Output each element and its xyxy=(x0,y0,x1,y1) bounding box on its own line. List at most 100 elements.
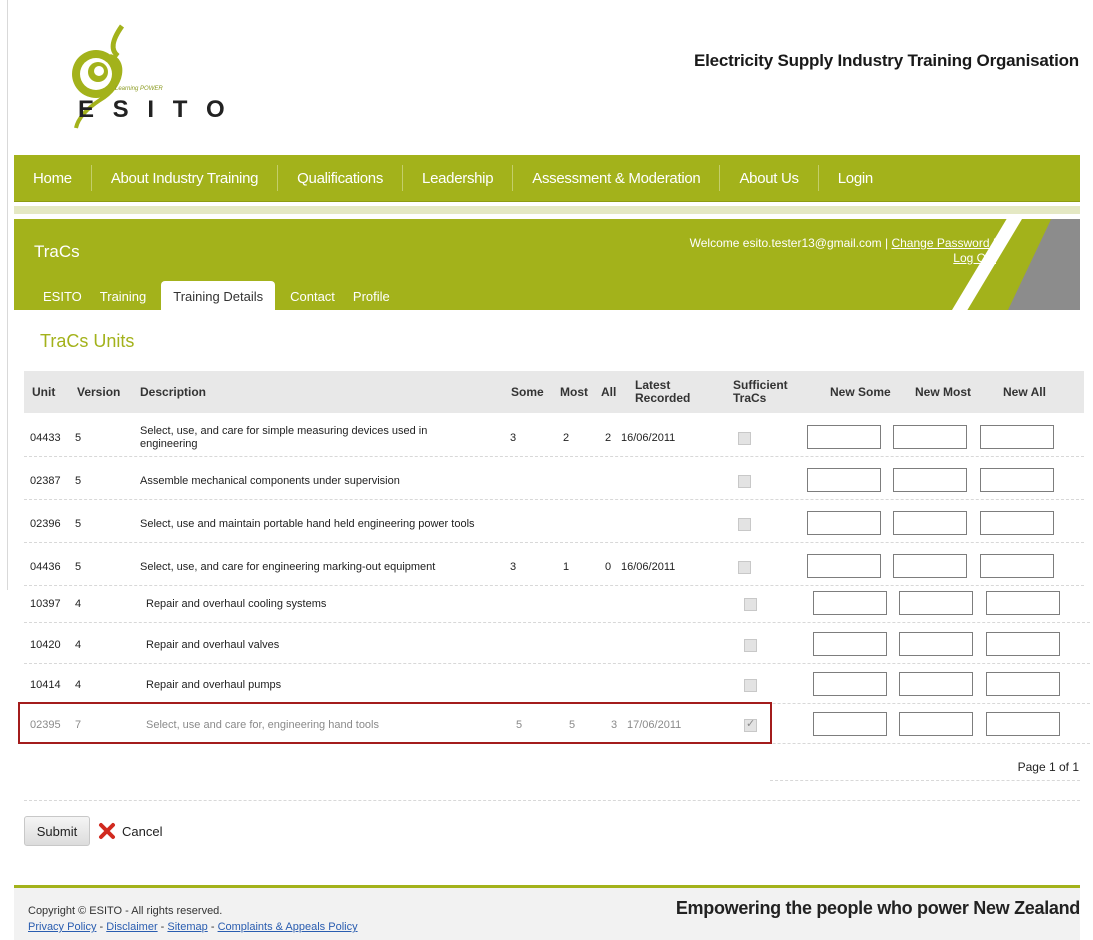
nav-sub-bar xyxy=(14,206,1080,214)
footer-copyright-block: Copyright © ESITO - All rights reserved.… xyxy=(28,903,358,935)
column-header-some: Some xyxy=(511,384,544,399)
cell-most: 1 xyxy=(563,560,570,573)
cancel-label: Cancel xyxy=(122,823,163,839)
pager-text: Page 1 of 1 xyxy=(1017,760,1079,774)
table-row: 04433 5 Select, use, and care for simple m… xyxy=(24,419,1084,457)
column-header-new-most: New Most xyxy=(915,384,972,399)
new-some-input[interactable] xyxy=(807,425,881,449)
table-row: 04436 5 Select, use, and care for engineer… xyxy=(24,548,1084,586)
cell-description: Select, use and maintain portable hand h… xyxy=(140,517,475,530)
link-separator: - xyxy=(210,921,218,933)
nav-about-us[interactable]: About Us xyxy=(720,170,817,187)
tab-esito[interactable]: ESITO xyxy=(34,289,91,310)
new-all-input[interactable] xyxy=(986,712,1060,736)
cell-unit: 04436 xyxy=(30,560,61,573)
new-most-input[interactable] xyxy=(899,632,973,656)
new-most-input[interactable] xyxy=(899,672,973,696)
tab-profile[interactable]: Profile xyxy=(344,289,399,310)
new-some-input[interactable] xyxy=(807,511,881,535)
privacy-policy-link[interactable]: Privacy Policy xyxy=(28,921,96,933)
column-header-unit: Unit xyxy=(32,384,56,399)
cell-version: 5 xyxy=(75,560,82,573)
welcome-text: Welcome esito.tester13@gmail.com | xyxy=(689,236,889,250)
logo-tagline: Learning POWER xyxy=(115,86,163,92)
sufficient-tracs-checkbox[interactable] xyxy=(738,561,751,574)
nav-login[interactable]: Login xyxy=(819,170,892,187)
sufficient-tracs-checkbox[interactable] xyxy=(744,598,757,611)
new-some-input[interactable] xyxy=(813,712,887,736)
new-most-input[interactable] xyxy=(899,591,973,615)
column-header-description: Description xyxy=(140,384,207,399)
column-header-latest-recorded: Latest Recorded xyxy=(635,378,691,405)
table-row: 10414 4 Repair and overhaul pumps xyxy=(24,666,1090,704)
column-header-most: Most xyxy=(560,384,588,399)
cell-unit: 02396 xyxy=(30,517,61,530)
tab-contact[interactable]: Contact xyxy=(281,289,344,310)
new-all-input[interactable] xyxy=(986,632,1060,656)
page-footer: Copyright © ESITO - All rights reserved.… xyxy=(14,885,1080,940)
cell-most: 2 xyxy=(563,431,570,444)
sufficient-tracs-checkbox[interactable] xyxy=(738,475,751,488)
tracs-tabs: ESITO Training Training Details Contact … xyxy=(34,278,399,310)
new-most-input[interactable] xyxy=(899,712,973,736)
new-some-input[interactable] xyxy=(813,672,887,696)
tracs-banner: TraCs Welcome esito.tester13@gmail.com |… xyxy=(14,219,1080,310)
nav-home[interactable]: Home xyxy=(14,170,91,187)
cell-all: 0 xyxy=(605,560,612,573)
new-most-input[interactable] xyxy=(893,554,967,578)
tracs-title: TraCs xyxy=(34,242,80,261)
complaints-appeals-link[interactable]: Complaints & Appeals Policy xyxy=(218,921,358,933)
nav-about-industry-training[interactable]: About Industry Training xyxy=(92,170,277,187)
welcome-message: Welcome esito.tester13@gmail.com | Chang… xyxy=(676,236,996,266)
cancel-button[interactable]: Cancel xyxy=(98,822,162,840)
cell-version: 5 xyxy=(75,474,82,487)
new-some-input[interactable] xyxy=(807,554,881,578)
pager-divider xyxy=(770,780,1080,781)
cell-latest-recorded: 16/06/2011 xyxy=(621,560,676,573)
new-all-input[interactable] xyxy=(986,591,1060,615)
cell-description: Repair and overhaul cooling systems xyxy=(146,597,327,610)
new-all-input[interactable] xyxy=(980,554,1054,578)
new-all-input[interactable] xyxy=(980,511,1054,535)
sufficient-tracs-checkbox[interactable] xyxy=(744,639,757,652)
cell-unit: 10397 xyxy=(30,597,61,610)
nav-leadership[interactable]: Leadership xyxy=(403,170,512,187)
new-all-input[interactable] xyxy=(980,425,1054,449)
cell-some: 3 xyxy=(510,560,517,573)
new-some-input[interactable] xyxy=(807,468,881,492)
sufficient-tracs-checkbox[interactable] xyxy=(744,679,757,692)
column-header-sufficient-tracs: Sufficient TraCs xyxy=(733,378,788,405)
cell-version: 5 xyxy=(75,517,82,530)
new-most-input[interactable] xyxy=(893,511,967,535)
cell-description: Repair and overhaul pumps xyxy=(146,678,282,691)
table-row: 02387 5 Assemble mechanical components und… xyxy=(24,462,1084,500)
new-most-input[interactable] xyxy=(893,425,967,449)
cell-all: 2 xyxy=(605,431,612,444)
logo-wordmark: E S I T O xyxy=(78,96,231,123)
nav-assessment-moderation[interactable]: Assessment & Moderation xyxy=(513,170,719,187)
change-password-link[interactable]: Change Password xyxy=(891,236,989,250)
units-table-header: Unit Version Description Some Most All L… xyxy=(24,371,1084,413)
tab-training-details[interactable]: Training Details xyxy=(161,281,276,310)
cell-unit: 02387 xyxy=(30,474,61,487)
sufficient-tracs-checkbox[interactable] xyxy=(738,432,751,445)
log-out-link[interactable]: Log Out xyxy=(953,251,996,265)
column-header-version: Version xyxy=(77,384,121,399)
nav-qualifications[interactable]: Qualifications xyxy=(278,170,402,187)
disclaimer-link[interactable]: Disclaimer xyxy=(106,921,157,933)
form-divider xyxy=(24,800,1080,801)
footer-slogan: Empowering the people who power New Zeal… xyxy=(675,898,1080,918)
cancel-x-icon xyxy=(99,823,115,839)
new-all-input[interactable] xyxy=(980,468,1054,492)
sitemap-link[interactable]: Sitemap xyxy=(167,921,207,933)
new-some-input[interactable] xyxy=(813,632,887,656)
tab-training[interactable]: Training xyxy=(91,289,155,310)
new-most-input[interactable] xyxy=(893,468,967,492)
cell-description: Assemble mechanical components under sup… xyxy=(140,474,400,487)
cell-version: 4 xyxy=(75,597,82,610)
new-all-input[interactable] xyxy=(986,672,1060,696)
new-some-input[interactable] xyxy=(813,591,887,615)
sufficient-tracs-checkbox[interactable] xyxy=(738,518,751,531)
submit-button[interactable]: Submit xyxy=(24,816,90,846)
cell-description: Select, use, and care for simple measuri… xyxy=(140,425,428,450)
